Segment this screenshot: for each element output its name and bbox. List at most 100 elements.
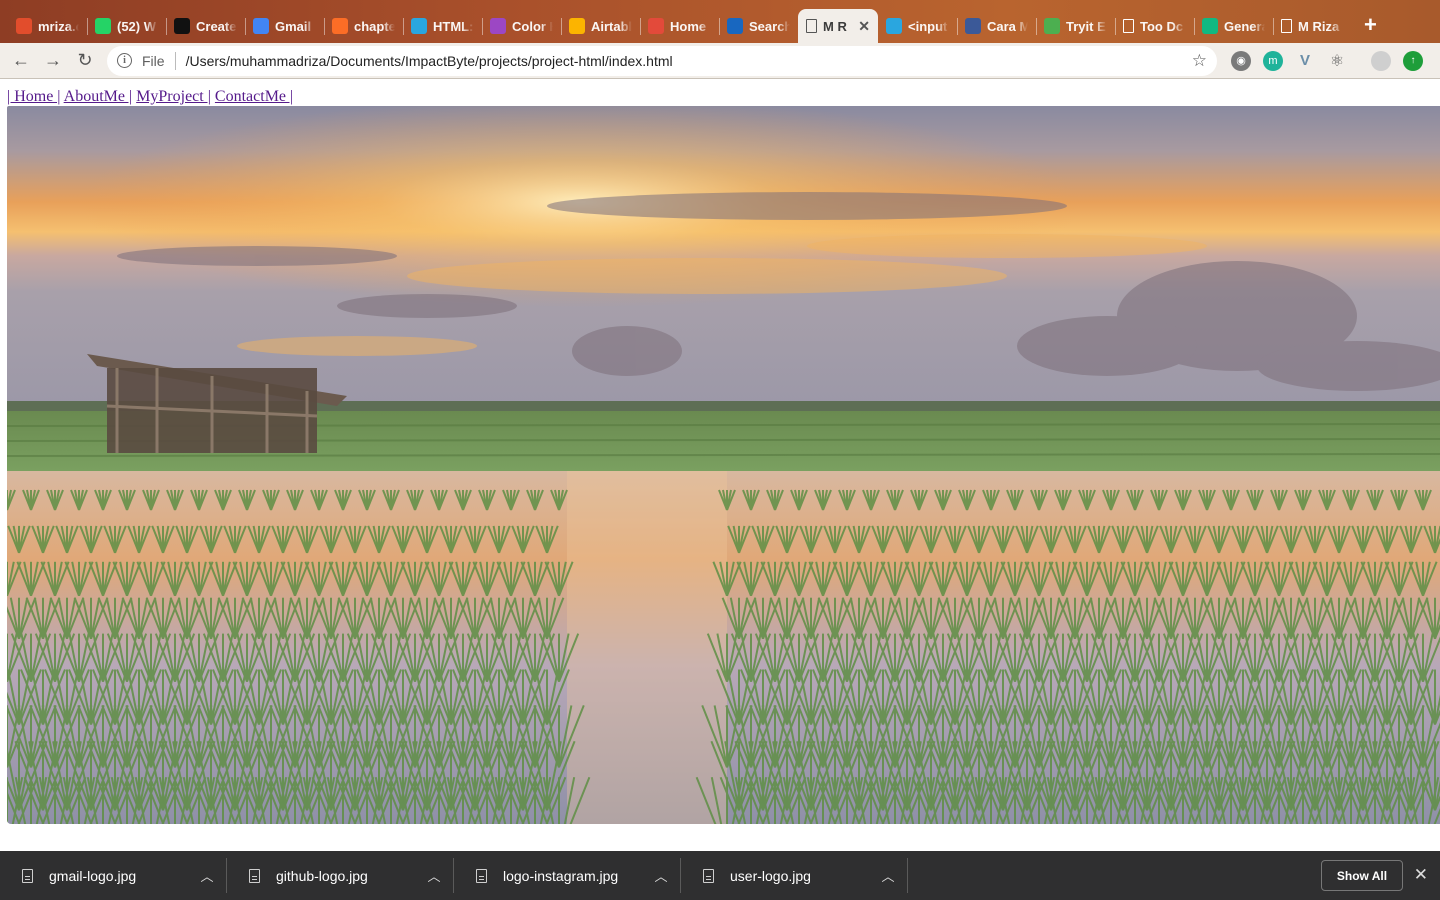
extensions-bar: ◉ m V ⚛ ↑: [1231, 50, 1423, 71]
download-filename: github-logo.jpg: [276, 867, 368, 884]
forward-button[interactable]: →: [37, 45, 69, 77]
gitlab-icon: [332, 18, 348, 34]
codepen-icon: [411, 18, 427, 34]
browser-tab[interactable]: Too Dc: [1115, 9, 1194, 43]
file-icon: [249, 868, 260, 883]
browser-tab[interactable]: Home: [640, 9, 719, 43]
diamond-icon: [1202, 18, 1218, 34]
browser-tab[interactable]: Cara M: [957, 9, 1036, 43]
whatsapp-icon: [95, 18, 111, 34]
browser-tab[interactable]: Genera: [1194, 9, 1273, 43]
file-icon: [22, 868, 33, 883]
address-bar[interactable]: i File /Users/muhammadriza/Documents/Imp…: [107, 45, 1217, 76]
home-icon: [648, 18, 664, 34]
profile-avatar-icon[interactable]: [1371, 50, 1391, 71]
extension-m-icon[interactable]: m: [1263, 50, 1283, 71]
download-shelf: gmail-logo.jpg ︿ github-logo.jpg ︿ logo-…: [0, 851, 1440, 900]
browser-tab[interactable]: Tryit E: [1036, 9, 1115, 43]
chevron-up-icon[interactable]: ︿: [187, 866, 227, 885]
update-arrow-icon[interactable]: ↑: [1403, 50, 1423, 71]
browser-tab[interactable]: Create: [166, 9, 245, 43]
info-icon[interactable]: i: [117, 53, 132, 68]
rice-field-sunset-image: [7, 106, 1440, 824]
download-filename: gmail-logo.jpg: [49, 867, 137, 884]
nav-link-home[interactable]: | Home |: [7, 88, 61, 105]
browser-tab[interactable]: M Riza: [1273, 9, 1352, 43]
page-content: | Home | AboutMe | MyProject | ContactMe…: [0, 79, 1440, 851]
google-icon: [253, 18, 269, 34]
hero-image: [7, 106, 1440, 824]
tab-title: Airtabl: [591, 18, 632, 34]
address-url[interactable]: /Users/muhammadriza/Documents/ImpactByte…: [186, 53, 1192, 69]
tab-title: Search: [749, 18, 790, 34]
tab-title: Cara M: [987, 18, 1028, 34]
extension-react-icon[interactable]: ⚛: [1327, 51, 1347, 71]
download-item[interactable]: logo-instagram.jpg ︿: [454, 851, 681, 900]
back-arrow-icon: ←: [12, 50, 30, 70]
tab-title: <input: [908, 18, 948, 34]
address-divider: [174, 51, 176, 70]
browser-tab[interactable]: mriza.c: [8, 9, 87, 43]
browser-tab[interactable]: (52) W: [87, 9, 166, 43]
back-button[interactable]: ←: [5, 45, 37, 77]
reload-button[interactable]: ↻: [69, 45, 101, 77]
download-item[interactable]: github-logo.jpg ︿: [227, 851, 454, 900]
airtable-icon: [569, 18, 585, 34]
tab-title: M Riza: [1298, 18, 1340, 34]
file-icon: [1281, 19, 1292, 33]
chevron-up-icon[interactable]: ︿: [868, 866, 908, 885]
extension-shield-icon[interactable]: ◉: [1231, 50, 1251, 71]
download-item[interactable]: user-logo.jpg ︿: [681, 851, 908, 900]
tutorial-icon: [965, 18, 981, 34]
browser-tab[interactable]: <input: [878, 9, 957, 43]
browser-tab[interactable]: Gmail: [245, 9, 324, 43]
w3schools-icon: [1044, 18, 1060, 34]
file-icon: [703, 868, 714, 883]
nav-link-contactme[interactable]: ContactMe |: [215, 88, 293, 105]
close-tab-icon[interactable]: ✕: [858, 18, 870, 35]
browser-tab[interactable]: chapte: [324, 9, 403, 43]
file-icon: [1123, 19, 1134, 33]
chevron-up-icon[interactable]: ︿: [414, 866, 454, 885]
figma-icon: [16, 18, 32, 34]
address-scheme: File: [142, 52, 165, 69]
reload-icon: ↻: [77, 50, 93, 70]
file-icon: [806, 19, 817, 33]
chevron-up-icon[interactable]: ︿: [641, 866, 681, 885]
tab-title: Tryit E: [1066, 18, 1106, 34]
show-all-button[interactable]: Show All: [1321, 860, 1403, 891]
file-icon: [476, 868, 487, 883]
tab-title: Home: [670, 18, 707, 34]
browser-tab[interactable]: Color H: [482, 9, 561, 43]
nav-link-myproject[interactable]: MyProject |: [136, 88, 211, 105]
close-icon[interactable]: ✕: [1414, 865, 1428, 885]
browser-tab[interactable]: HTML:: [403, 9, 482, 43]
vuetify-icon: [727, 18, 743, 34]
download-item[interactable]: gmail-logo.jpg ︿: [0, 851, 227, 900]
browser-tab[interactable]: M R ✕: [798, 9, 878, 43]
browser-toolbar: ← → ↻ i File /Users/muhammadriza/Documen…: [0, 43, 1440, 79]
new-tab-button[interactable]: +: [1364, 12, 1377, 38]
extension-vue-icon[interactable]: V: [1295, 51, 1315, 71]
tab-title: Too Dc: [1140, 18, 1184, 34]
bookmark-star-icon[interactable]: ☆: [1192, 51, 1207, 71]
codepen-icon: [886, 18, 902, 34]
tab-title: M R: [823, 18, 847, 34]
page-nav: | Home | AboutMe | MyProject | ContactMe…: [7, 88, 293, 106]
tab-title: Gmail: [275, 18, 312, 34]
github-icon: [174, 18, 190, 34]
tab-title: Color H: [512, 18, 553, 34]
browser-tab[interactable]: Search: [719, 9, 798, 43]
tab-title: HTML:: [433, 18, 474, 34]
tab-title: mriza.c: [38, 18, 79, 34]
forward-arrow-icon: →: [44, 50, 62, 70]
tab-title: chapte: [354, 18, 395, 34]
tab-title: Genera: [1224, 18, 1265, 34]
tab-strip: mriza.c (52) W Create Gmail chapte HTML: Color…: [0, 0, 1440, 43]
browser-tab[interactable]: Airtabl: [561, 9, 640, 43]
hut-shape: [87, 354, 347, 453]
tab-title: (52) W: [117, 18, 156, 34]
color-wheel-icon: [490, 18, 506, 34]
tab-title: Create: [196, 18, 237, 34]
nav-link-aboutme[interactable]: AboutMe |: [64, 88, 133, 105]
